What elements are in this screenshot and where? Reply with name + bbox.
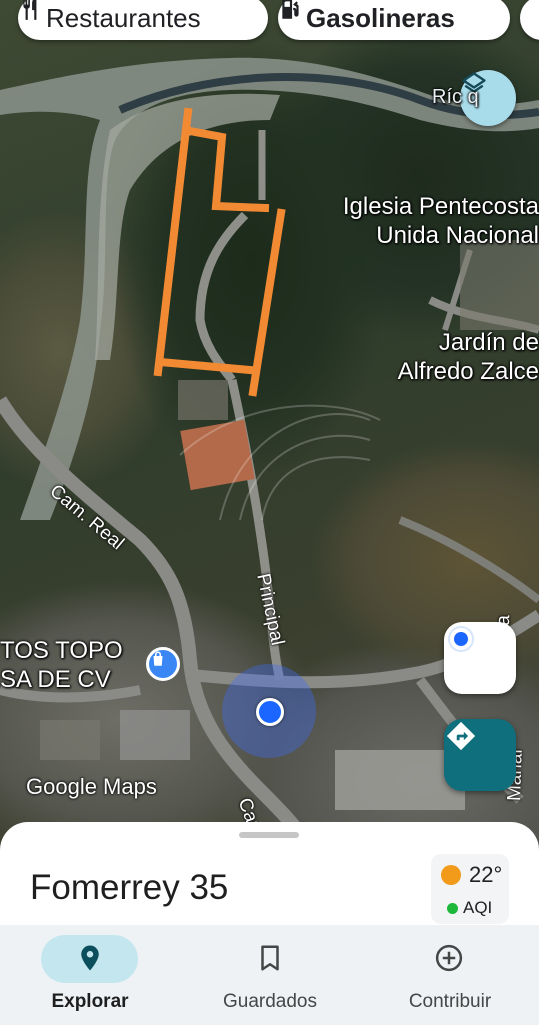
nav-explore-label: Explorar (51, 991, 129, 1012)
nav-contribute[interactable]: Contribuir (360, 925, 539, 1025)
place-sheet[interactable]: Fomerrey 35 22° AQI (0, 822, 539, 925)
gas-stations-chip[interactable]: Gasolineras (278, 0, 510, 40)
place-title: Fomerrey 35 (30, 868, 229, 907)
my-location-button[interactable] (444, 622, 516, 694)
nav-contribute-label: Contribuir (408, 991, 492, 1012)
kindergarten-label[interactable]: Jardín de Alfredo Zalce (398, 328, 539, 386)
current-location-dot (256, 698, 284, 726)
add-circle-icon (434, 943, 464, 973)
google-maps-attribution: Google Maps (26, 774, 157, 799)
map-view[interactable]: Restaurantes Gasolineras Ríc q Iglesia P… (0, 0, 539, 850)
weather-widget[interactable]: 22° AQI (431, 854, 509, 924)
directions-button[interactable] (444, 719, 516, 791)
restaurants-chip[interactable]: Restaurantes (18, 0, 268, 40)
nav-saved-label: Guardados (222, 991, 317, 1012)
aqi-label: AQI (463, 898, 493, 917)
river-label: Ríc q (432, 86, 479, 108)
location-pin-icon (75, 943, 105, 973)
gas-stations-chip-label: Gasolineras (306, 3, 455, 33)
nav-saved[interactable]: Guardados (180, 925, 360, 1025)
restaurants-chip-label: Restaurantes (46, 3, 201, 33)
bottom-navigation: Explorar Guardados Contribuir (0, 925, 539, 1025)
shopping-bag-pin[interactable] (146, 647, 180, 681)
temperature: 22° (469, 862, 503, 887)
church-label[interactable]: Iglesia Pentecosta Unida Nacional (343, 192, 539, 250)
sheet-drag-handle[interactable] (239, 832, 299, 838)
aqi-status-dot (447, 902, 458, 914)
business-label[interactable]: TOS TOPO SA DE CV (0, 636, 123, 694)
sun-icon (441, 865, 461, 885)
nav-explore[interactable]: Explorar (0, 925, 180, 1025)
bookmark-icon (255, 943, 285, 973)
